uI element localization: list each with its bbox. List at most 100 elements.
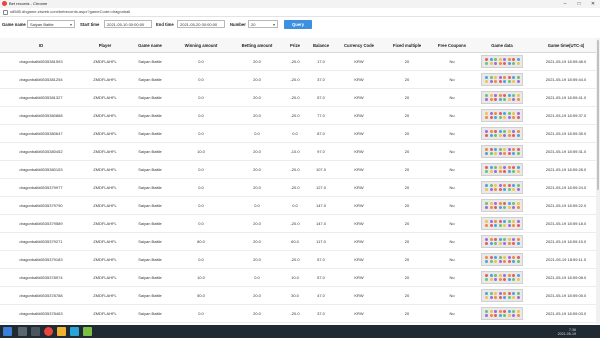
end-time-input[interactable]: 2021-05-20 00:00:00 [177, 20, 225, 28]
table-cell: ZMDFLAHFL [82, 124, 128, 143]
table-cell: 10.0 [172, 268, 230, 287]
table-cell: 20.0 [230, 286, 284, 305]
table-cell: 2021-05-19 18:59:24.0 [532, 178, 600, 197]
game-data-thumbnail[interactable] [481, 163, 523, 176]
symbol-icon [503, 260, 506, 263]
game-data-thumbnail[interactable] [481, 109, 523, 122]
app-taskbar-icon[interactable] [83, 327, 92, 336]
table-cell: dragonball#6535381593 [0, 52, 82, 71]
url-text[interactable]: s8585.dhgame.zbweb.com/betrecords.aspx?g… [10, 9, 130, 15]
table-cell: 20 [382, 178, 432, 197]
game-data-thumbnail[interactable] [481, 73, 523, 86]
table-cell: 37.0 [306, 304, 336, 323]
app-taskbar-icon[interactable] [70, 327, 79, 336]
table-cell: 20.0 [230, 160, 284, 179]
number-select[interactable]: 20 ▾ [248, 20, 278, 28]
game-data-thumbnail[interactable] [481, 199, 523, 212]
symbol-icon [507, 224, 511, 227]
symbol-icon [498, 220, 502, 223]
close-button[interactable]: ✕ [586, 0, 600, 8]
table-cell: dragonball#6535378268 [0, 322, 82, 324]
symbol-icon [507, 170, 511, 173]
game-data-thumbnail[interactable] [481, 145, 523, 158]
table-row: dragonball#6535381593 ZMDFLAHFL Saiyan Bat… [0, 52, 600, 71]
symbol-icon [498, 94, 502, 97]
table-cell: 2021-05-19 18:58:59.0 [532, 322, 600, 324]
address-bar[interactable]: s8585.dhgame.zbweb.com/betrecords.aspx?g… [0, 8, 600, 17]
symbol-icon [498, 62, 502, 65]
game-data-thumbnail[interactable] [481, 217, 523, 230]
symbol-icon [512, 58, 515, 61]
table-cell: Saiyan Battle [128, 142, 172, 161]
symbol-icon [516, 94, 520, 97]
game-data-thumbnail[interactable] [481, 181, 523, 194]
game-data-thumbnail[interactable] [481, 91, 523, 104]
symbol-icon [498, 242, 502, 245]
chrome-taskbar-icon[interactable] [44, 327, 53, 336]
table-cell: 147.0 [306, 214, 336, 233]
game-data-thumbnail[interactable] [481, 307, 523, 320]
table-cell: 20.0 [230, 322, 284, 324]
maximize-button[interactable]: □ [572, 0, 586, 8]
table-cell: No [432, 214, 472, 233]
query-button[interactable]: Query [284, 20, 312, 29]
table-cell: 20 [382, 142, 432, 161]
symbol-icon [498, 112, 502, 115]
symbol-icon [512, 256, 515, 259]
table-cell: 20 [382, 286, 432, 305]
game-data-cell [472, 52, 532, 71]
table-cell: dragonball#6535380868 [0, 106, 82, 125]
game-data-cell [472, 142, 532, 161]
symbol-icon [489, 310, 493, 313]
table-cell: ZMDFLAHFL [82, 70, 128, 89]
table-row: dragonball#6535378788 ZMDFLAHFL Saiyan Bat… [0, 286, 600, 305]
search-icon[interactable] [18, 327, 27, 336]
game-data-cell [472, 70, 532, 89]
symbol-icon [516, 152, 520, 155]
scrollbar-thumb[interactable] [597, 40, 599, 190]
file-explorer-icon[interactable] [57, 327, 66, 336]
symbol-icon [494, 134, 497, 137]
minimize-button[interactable]: – [558, 0, 572, 8]
windows-start-icon[interactable] [3, 327, 12, 336]
symbol-icon [485, 292, 488, 295]
game-name-label: Game name [2, 22, 26, 27]
vertical-scrollbar[interactable] [596, 38, 600, 324]
table-row: dragonball#6535381254 ZMDFLAHFL Saiyan Bat… [0, 70, 600, 89]
table-cell: KRW [336, 268, 382, 287]
table-cell: KRW [336, 70, 382, 89]
game-data-thumbnail[interactable] [481, 55, 523, 68]
game-name-select[interactable]: Saiyan Battle ▾ [27, 20, 75, 28]
game-data-thumbnail[interactable] [481, 289, 523, 302]
table-cell: Saiyan Battle [128, 268, 172, 287]
symbol-icon [498, 80, 502, 83]
symbol-icon [498, 238, 502, 241]
end-time-value: 2021-05-20 00:00:00 [180, 22, 218, 27]
symbol-icon [485, 206, 488, 209]
table-cell: No [432, 250, 472, 269]
table-row: dragonball#6535379977 ZMDFLAHFL Saiyan Bat… [0, 178, 600, 197]
table-cell: 0.0 [172, 196, 230, 215]
table-cell: 20 [382, 52, 432, 71]
system-clock[interactable]: 7:36 2021-05-19 [558, 328, 576, 336]
symbol-icon [516, 76, 520, 79]
table-cell: dragonball#6535380153 [0, 160, 82, 179]
symbol-icon [507, 314, 511, 317]
table-cell: KRW [336, 52, 382, 71]
start-time-input[interactable]: 2021-05-10 00:00:00 [104, 20, 152, 28]
game-data-thumbnail[interactable] [481, 235, 523, 248]
table-cell: 20.0 [230, 178, 284, 197]
table-cell: 0.0 [172, 124, 230, 143]
game-data-thumbnail[interactable] [481, 253, 523, 266]
symbol-icon [507, 202, 511, 205]
records-table: ID Player Game name Winning amount Betting a… [0, 38, 600, 324]
table-cell: -20.0 [284, 106, 306, 125]
task-view-icon[interactable] [31, 327, 40, 336]
symbol-icon [485, 94, 488, 97]
game-data-thumbnail[interactable] [481, 127, 523, 140]
game-data-thumbnail[interactable] [481, 271, 523, 284]
symbol-icon [512, 98, 515, 101]
symbol-icon [498, 58, 502, 61]
symbol-icon [503, 134, 506, 137]
chrome-icon [2, 1, 7, 6]
